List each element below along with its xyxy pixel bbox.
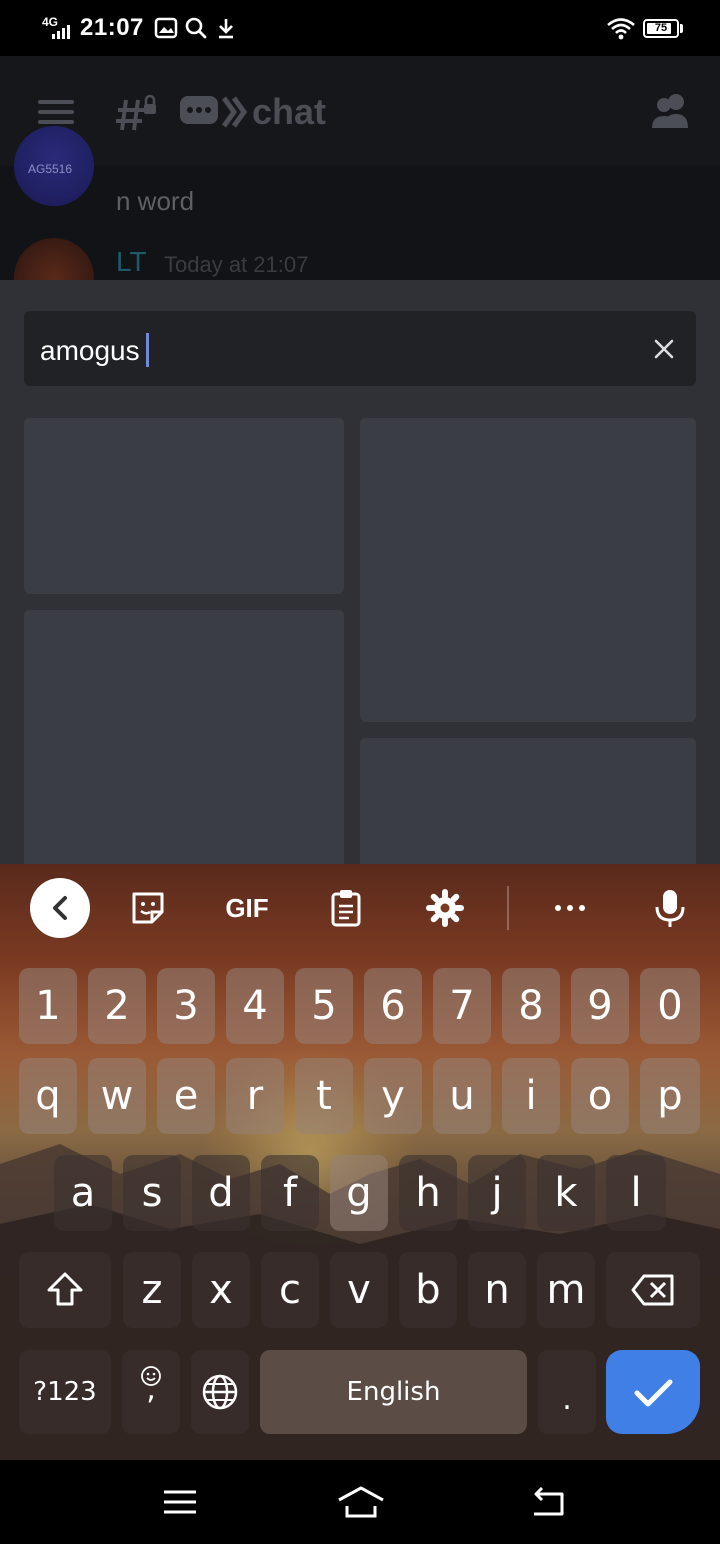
key-o[interactable]: o <box>571 1058 629 1134</box>
gif-result-placeholder[interactable] <box>360 418 696 722</box>
key-z[interactable]: z <box>123 1252 181 1328</box>
space-bar[interactable]: English <box>260 1350 527 1434</box>
battery-level: 75 <box>654 22 668 34</box>
key-7[interactable]: 7 <box>433 968 491 1044</box>
key-w[interactable]: w <box>88 1058 146 1134</box>
shift-icon <box>47 1272 83 1306</box>
key-u[interactable]: u <box>433 1058 491 1134</box>
clear-icon[interactable] <box>652 337 676 361</box>
gif-result-placeholder[interactable] <box>360 738 696 878</box>
key-t[interactable]: t <box>295 1058 353 1134</box>
mic-icon[interactable] <box>650 888 690 928</box>
key-n[interactable]: n <box>468 1252 526 1328</box>
emoji-comma-key[interactable]: , <box>122 1350 180 1434</box>
locked-channel-icon <box>116 94 156 131</box>
key-r[interactable]: r <box>226 1058 284 1134</box>
gif-picker-panel: amogus <box>0 280 720 878</box>
gif-button[interactable]: GIF <box>222 888 272 928</box>
search-query: amogus <box>40 335 140 366</box>
gif-result-placeholder[interactable] <box>24 418 344 594</box>
channel-title: chat <box>178 90 326 134</box>
key-s[interactable]: s <box>123 1155 181 1231</box>
key-5[interactable]: 5 <box>295 968 353 1044</box>
key-k[interactable]: k <box>537 1155 595 1231</box>
members-icon[interactable] <box>650 92 692 130</box>
status-bar: 4G 21:07 75 <box>0 0 720 56</box>
key-3[interactable]: 3 <box>157 968 215 1044</box>
sticker-icon[interactable] <box>128 888 168 928</box>
wifi-icon <box>607 18 635 40</box>
gallery-icon <box>154 17 178 39</box>
key-0[interactable]: 0 <box>640 968 700 1044</box>
key-a[interactable]: a <box>54 1155 112 1231</box>
comma-label: , <box>146 1372 156 1407</box>
key-e[interactable]: e <box>157 1058 215 1134</box>
navigation-bar <box>0 1460 720 1544</box>
back-button[interactable] <box>30 878 90 938</box>
clock: 21:07 <box>80 14 144 41</box>
key-h[interactable]: h <box>399 1155 457 1231</box>
signal-icon <box>52 25 70 39</box>
back-nav-icon[interactable] <box>528 1482 568 1522</box>
recents-icon[interactable] <box>160 1482 200 1522</box>
key-d[interactable]: d <box>192 1155 250 1231</box>
chevron-left-icon <box>53 896 67 920</box>
key-4[interactable]: 4 <box>226 968 284 1044</box>
key-q[interactable]: q <box>19 1058 77 1134</box>
home-icon[interactable] <box>336 1482 386 1522</box>
more-icon[interactable] <box>550 888 590 928</box>
key-v[interactable]: v <box>330 1252 388 1328</box>
avatar-label: AG5516 <box>28 162 73 176</box>
search-icon <box>185 17 207 39</box>
channel-name: chat <box>252 91 327 132</box>
key-j[interactable]: j <box>468 1155 526 1231</box>
avatar[interactable] <box>14 238 94 280</box>
key-b[interactable]: b <box>399 1252 457 1328</box>
key-p[interactable]: p <box>640 1058 700 1134</box>
checkmark-icon <box>634 1379 673 1407</box>
settings-icon[interactable] <box>425 888 465 928</box>
text-caret <box>145 333 149 367</box>
shift-key[interactable] <box>19 1252 111 1328</box>
download-icon <box>219 19 233 39</box>
key-6[interactable]: 6 <box>364 968 422 1044</box>
key-x[interactable]: x <box>192 1252 250 1328</box>
battery-tip <box>680 24 683 33</box>
key-l[interactable]: l <box>606 1155 666 1231</box>
gif-result-placeholder[interactable] <box>24 610 344 870</box>
key-i[interactable]: i <box>502 1058 560 1134</box>
period-key[interactable]: . <box>538 1350 596 1434</box>
key-2[interactable]: 2 <box>88 968 146 1044</box>
speech-bubble-icon <box>180 96 248 128</box>
language-key[interactable] <box>191 1350 249 1434</box>
message-author[interactable]: LT <box>116 246 147 278</box>
chat-header: chat <box>0 56 720 166</box>
backspace-icon <box>631 1274 674 1306</box>
symbols-key[interactable]: ?123 <box>19 1350 111 1434</box>
globe-icon <box>202 1374 238 1410</box>
key-f[interactable]: f <box>261 1155 319 1231</box>
chat-background: chat AG5516 n word LT Today at 21:07 <box>0 56 720 280</box>
battery-icon: 75 <box>643 19 679 38</box>
menu-icon[interactable] <box>38 100 74 124</box>
keyboard: GIF 1 2 3 4 5 6 7 8 9 0 q w e r t y u i … <box>0 864 720 1460</box>
key-m[interactable]: m <box>537 1252 595 1328</box>
message-text: n word <box>116 186 195 216</box>
keyboard-toolbar: GIF <box>0 864 720 952</box>
enter-key[interactable] <box>606 1350 700 1434</box>
toolbar-divider <box>507 886 509 930</box>
key-c[interactable]: c <box>261 1252 319 1328</box>
key-g[interactable]: g <box>330 1155 388 1231</box>
key-y[interactable]: y <box>364 1058 422 1134</box>
backspace-key[interactable] <box>606 1252 700 1328</box>
clipboard-icon[interactable] <box>326 888 366 928</box>
message-timestamp: Today at 21:07 <box>164 252 309 277</box>
key-8[interactable]: 8 <box>502 968 560 1044</box>
key-1[interactable]: 1 <box>19 968 77 1044</box>
key-9[interactable]: 9 <box>571 968 629 1044</box>
gif-search-input[interactable]: amogus <box>24 311 696 386</box>
